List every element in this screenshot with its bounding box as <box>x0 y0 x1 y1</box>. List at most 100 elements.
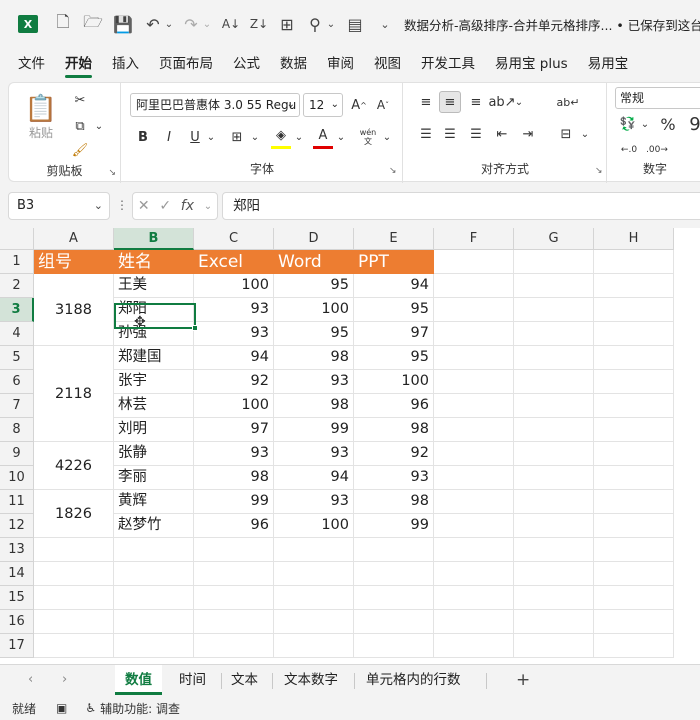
align-right-icon[interactable]: ☰ <box>465 123 487 145</box>
sheet-tab-text-number[interactable]: 文本数字 <box>274 665 348 695</box>
orientation-dropdown-icon[interactable]: ⌄ <box>513 91 525 113</box>
word-score-cell[interactable]: 98 <box>274 394 354 418</box>
cell-g8[interactable] <box>514 418 594 442</box>
tab-insert[interactable]: 插入 <box>102 48 149 80</box>
percent-button[interactable]: % <box>657 113 679 135</box>
group-id-merged-cell[interactable]: 2118 <box>34 346 114 442</box>
phonetic-dropdown-icon[interactable]: ⌄ <box>381 125 393 149</box>
font-launcher-icon[interactable]: ↘ <box>389 166 397 176</box>
align-middle-icon[interactable]: ≡ <box>439 91 461 113</box>
orientation-icon[interactable]: ab↗ <box>488 91 515 113</box>
tab-view[interactable]: 视图 <box>364 48 411 80</box>
cell-f4[interactable] <box>434 322 514 346</box>
excel-score-cell[interactable]: 98 <box>194 466 274 490</box>
tab-formulas[interactable]: 公式 <box>223 48 270 80</box>
cell-b17[interactable] <box>114 634 194 658</box>
ppt-score-cell[interactable]: 96 <box>354 394 434 418</box>
cell-b13[interactable] <box>114 538 194 562</box>
italic-button[interactable]: I <box>159 125 179 149</box>
word-score-cell[interactable]: 95 <box>274 274 354 298</box>
row-header-14[interactable]: 14 <box>0 562 34 586</box>
row-header-4[interactable]: 4 <box>0 322 34 346</box>
word-score-cell[interactable]: 99 <box>274 418 354 442</box>
row-header-2[interactable]: 2 <box>0 274 34 298</box>
cell-g10[interactable] <box>514 466 594 490</box>
phonetic-icon[interactable]: wén 文 <box>357 125 379 149</box>
underline-dropdown-icon[interactable]: ⌄ <box>205 125 217 149</box>
column-header-e[interactable]: E <box>354 228 434 250</box>
decrease-decimal-icon[interactable]: .00→ <box>645 139 669 161</box>
column-header-h[interactable]: H <box>594 228 674 250</box>
next-sheet-icon[interactable]: › <box>62 672 67 687</box>
excel-score-cell[interactable]: 96 <box>194 514 274 538</box>
excel-score-cell[interactable]: 93 <box>194 442 274 466</box>
cell-g1[interactable] <box>514 250 594 274</box>
word-score-cell[interactable]: 93 <box>274 490 354 514</box>
row-header-7[interactable]: 7 <box>0 394 34 418</box>
row-header-12[interactable]: 12 <box>0 514 34 538</box>
align-left-icon[interactable]: ☰ <box>415 123 437 145</box>
cell-f5[interactable] <box>434 346 514 370</box>
form-icon[interactable]: ▤ <box>344 13 366 35</box>
insert-function-icon[interactable]: fx <box>181 198 194 214</box>
find-dropdown-icon[interactable]: ⌄ <box>326 13 336 35</box>
column-header-c[interactable]: C <box>194 228 274 250</box>
cancel-icon[interactable]: ✕ <box>138 198 150 214</box>
select-all-corner[interactable] <box>0 228 34 250</box>
ppt-score-cell[interactable]: 95 <box>354 346 434 370</box>
redo-dropdown-icon[interactable]: ⌄ <box>202 13 212 35</box>
cell-d15[interactable] <box>274 586 354 610</box>
column-header-b[interactable]: B <box>114 228 194 250</box>
name-cell[interactable]: 张静 <box>114 442 194 466</box>
excel-score-cell[interactable]: 100 <box>194 274 274 298</box>
cell-g13[interactable] <box>514 538 594 562</box>
bold-button[interactable]: B <box>133 125 153 149</box>
excel-score-cell[interactable]: 92 <box>194 370 274 394</box>
row-header-5[interactable]: 5 <box>0 346 34 370</box>
column-header-f[interactable]: F <box>434 228 514 250</box>
row-header-8[interactable]: 8 <box>0 418 34 442</box>
cell-a17[interactable] <box>34 634 114 658</box>
cell-g2[interactable] <box>514 274 594 298</box>
cell-b15[interactable] <box>114 586 194 610</box>
increase-indent-icon[interactable]: ⇥ <box>517 123 539 145</box>
ppt-score-cell[interactable]: 95 <box>354 298 434 322</box>
header-cell-c[interactable]: Excel <box>194 250 274 274</box>
row-header-16[interactable]: 16 <box>0 610 34 634</box>
cell-e14[interactable] <box>354 562 434 586</box>
cell-h15[interactable] <box>594 586 674 610</box>
name-cell[interactable]: 黄辉 <box>114 490 194 514</box>
cell-h5[interactable] <box>594 346 674 370</box>
group-id-merged-cell[interactable]: 3188 <box>34 274 114 346</box>
tab-yiyongbao[interactable]: 易用宝 <box>578 48 639 80</box>
font-color-icon[interactable]: A <box>313 125 333 149</box>
font-color-dropdown-icon[interactable]: ⌄ <box>335 125 347 149</box>
cell-a13[interactable] <box>34 538 114 562</box>
format-painter-icon[interactable]: 🖌 <box>69 139 91 161</box>
ppt-score-cell[interactable]: 99 <box>354 514 434 538</box>
word-score-cell[interactable]: 93 <box>274 442 354 466</box>
align-bottom-icon[interactable]: ≡ <box>465 91 487 113</box>
cell-e15[interactable] <box>354 586 434 610</box>
cell-h3[interactable] <box>594 298 674 322</box>
cell-f11[interactable] <box>434 490 514 514</box>
cell-e17[interactable] <box>354 634 434 658</box>
macro-record-icon[interactable]: ▣ <box>56 701 67 715</box>
cell-g15[interactable] <box>514 586 594 610</box>
cell-h9[interactable] <box>594 442 674 466</box>
cell-g12[interactable] <box>514 514 594 538</box>
cell-g6[interactable] <box>514 370 594 394</box>
cell-h12[interactable] <box>594 514 674 538</box>
cell-g5[interactable] <box>514 346 594 370</box>
cell-h11[interactable] <box>594 490 674 514</box>
cell-c13[interactable] <box>194 538 274 562</box>
excel-score-cell[interactable]: 93 <box>194 298 274 322</box>
cell-h17[interactable] <box>594 634 674 658</box>
cell-g14[interactable] <box>514 562 594 586</box>
cell-g17[interactable] <box>514 634 594 658</box>
font-name-select[interactable]: 阿里巴巴普惠体 3.0 55 Regu ⌄ <box>130 93 300 117</box>
name-cell[interactable]: 李丽 <box>114 466 194 490</box>
cell-f9[interactable] <box>434 442 514 466</box>
cell-f12[interactable] <box>434 514 514 538</box>
tab-yiyongbao-plus[interactable]: 易用宝 plus <box>485 48 578 80</box>
